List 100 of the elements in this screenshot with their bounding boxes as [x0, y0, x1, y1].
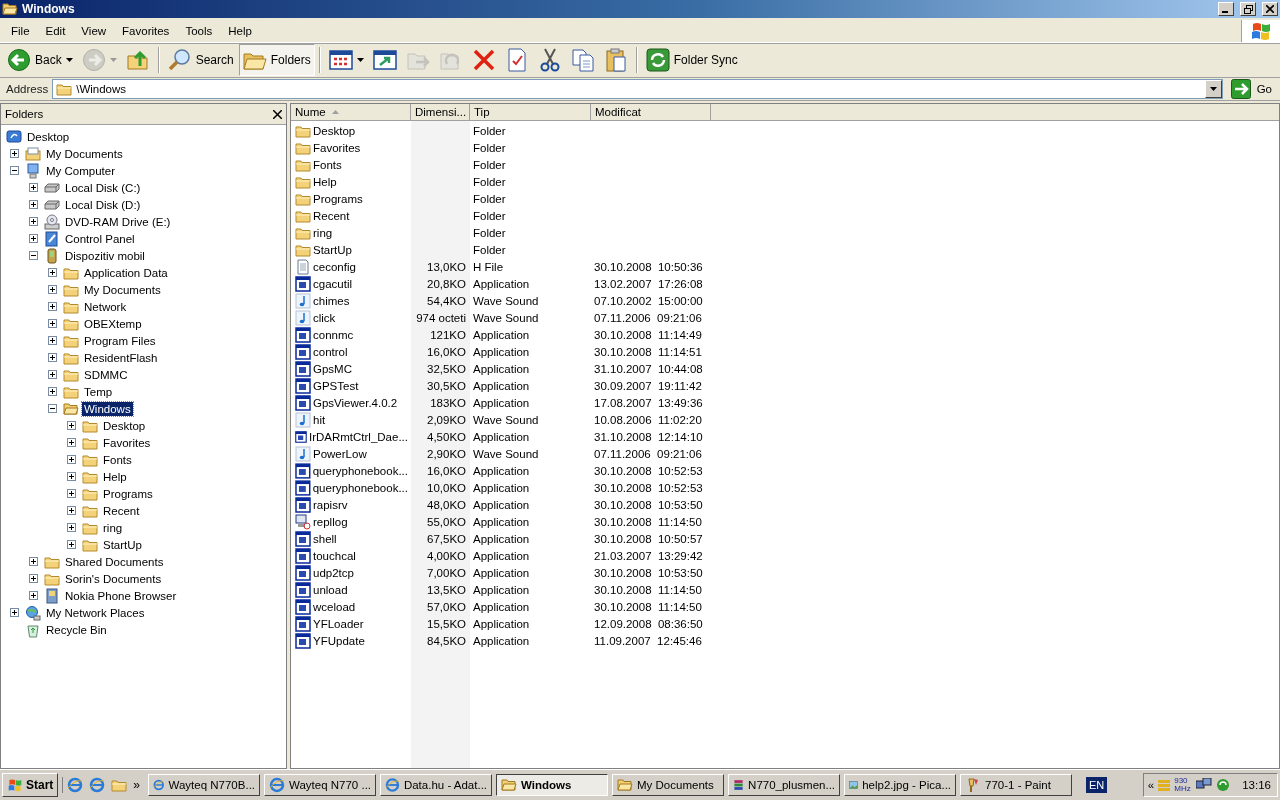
- restore-button[interactable]: [1240, 2, 1256, 16]
- folders-button[interactable]: Folders: [238, 44, 315, 76]
- file-name[interactable]: control: [313, 345, 348, 358]
- folder-sync-button[interactable]: Folder Sync: [641, 44, 742, 76]
- file-name[interactable]: GPSTest: [313, 379, 359, 392]
- expand-toggle[interactable]: [48, 370, 57, 379]
- tree-item[interactable]: SDMMC: [82, 367, 130, 382]
- expand-toggle[interactable]: [48, 387, 57, 396]
- expand-toggle[interactable]: [48, 336, 57, 345]
- file-name[interactable]: Help: [313, 175, 337, 188]
- tree-item[interactable]: DVD-RAM Drive (E:): [63, 214, 173, 229]
- tree-item[interactable]: Control Panel: [63, 231, 137, 246]
- column-header[interactable]: Modificat: [591, 104, 711, 121]
- file-name[interactable]: YFLoader: [313, 617, 364, 630]
- address-field[interactable]: \Windows: [52, 79, 1223, 99]
- expand-toggle[interactable]: [67, 472, 76, 481]
- tree-item[interactable]: Local Disk (C:): [63, 180, 143, 195]
- expand-toggle[interactable]: [67, 506, 76, 515]
- expand-toggle[interactable]: [67, 421, 76, 430]
- file-name[interactable]: queryphonebook...: [312, 481, 408, 494]
- expand-toggle[interactable]: [48, 404, 57, 413]
- taskbar-button[interactable]: help2.jpg - Pica...: [844, 774, 957, 796]
- file-name[interactable]: udp2tcp: [313, 566, 354, 579]
- file-name[interactable]: shell: [313, 532, 337, 545]
- expand-toggle[interactable]: [29, 574, 38, 583]
- menu-item[interactable]: Help: [220, 21, 260, 41]
- tree-item[interactable]: Desktop: [25, 129, 72, 144]
- tree-item[interactable]: Favorites: [101, 435, 153, 450]
- file-name[interactable]: Favorites: [313, 141, 361, 154]
- file-name[interactable]: cgacutil: [313, 277, 352, 290]
- menu-item[interactable]: Favorites: [114, 21, 178, 41]
- tree-item[interactable]: Fonts: [101, 452, 134, 467]
- file-name[interactable]: GpsViewer.4.0.2: [313, 396, 398, 409]
- tree-item[interactable]: Help: [101, 469, 129, 484]
- expand-toggle[interactable]: [67, 523, 76, 532]
- expand-toggle[interactable]: [48, 268, 57, 277]
- tree-item[interactable]: Temp: [82, 384, 115, 399]
- tree-item[interactable]: ResidentFlash: [82, 350, 160, 365]
- file-name[interactable]: touchcal: [313, 549, 356, 562]
- tree-item[interactable]: Program Files: [82, 333, 158, 348]
- tree-item[interactable]: Local Disk (D:): [63, 197, 143, 212]
- file-name[interactable]: chimes: [313, 294, 350, 307]
- more-chevron[interactable]: »: [133, 778, 141, 792]
- menu-item[interactable]: View: [73, 21, 115, 41]
- language-indicator[interactable]: EN: [1086, 777, 1108, 793]
- tree-item[interactable]: Network: [82, 299, 129, 314]
- file-name[interactable]: repllog: [313, 515, 348, 528]
- file-name[interactable]: Programs: [313, 192, 363, 205]
- go-button[interactable]: Go: [1226, 79, 1278, 99]
- tree-item[interactable]: ring: [101, 520, 125, 535]
- file-name[interactable]: wceload: [313, 600, 356, 613]
- back-button[interactable]: Back: [3, 44, 77, 76]
- expand-toggle[interactable]: [67, 540, 76, 549]
- taskbar-button[interactable]: Wayteq N770B...: [148, 774, 261, 796]
- file-name[interactable]: rapisrv: [313, 498, 348, 511]
- dropdown-button[interactable]: [1204, 80, 1222, 98]
- expand-toggle[interactable]: [67, 455, 76, 464]
- file-name[interactable]: StartUp: [313, 243, 352, 256]
- file-name[interactable]: YFUpdate: [313, 634, 365, 647]
- expand-toggle[interactable]: [10, 166, 19, 175]
- close-button[interactable]: [1262, 2, 1278, 16]
- expand-toggle[interactable]: [29, 557, 38, 566]
- expand-toggle[interactable]: [29, 251, 38, 260]
- tree-item[interactable]: Application Data: [82, 265, 170, 280]
- expand-toggle[interactable]: [10, 608, 19, 617]
- tree-item[interactable]: Recycle Bin: [44, 622, 109, 637]
- tree-item[interactable]: Shared Documents: [63, 554, 166, 569]
- tree-item[interactable]: My Documents: [82, 282, 163, 297]
- taskbar-button[interactable]: N770_plusmen...: [728, 774, 841, 796]
- menu-item[interactable]: Tools: [177, 21, 221, 41]
- tree-item[interactable]: Windows: [82, 401, 133, 416]
- taskbar-button[interactable]: 770-1 - Paint: [960, 774, 1073, 796]
- column-header[interactable]: Tip: [470, 104, 591, 121]
- expand-toggle[interactable]: [29, 591, 38, 600]
- expand-toggle[interactable]: [48, 353, 57, 362]
- column-header[interactable]: Dimensi...: [411, 104, 470, 121]
- taskbar-button[interactable]: Wayteq N770 ...: [264, 774, 377, 796]
- tree-item[interactable]: Sorin's Documents: [63, 571, 164, 586]
- file-name[interactable]: Desktop: [313, 124, 356, 137]
- file-name[interactable]: ceconfig: [313, 260, 356, 273]
- file-name[interactable]: unload: [313, 583, 348, 596]
- file-name[interactable]: hit: [313, 413, 326, 426]
- expand-toggle[interactable]: [29, 200, 38, 209]
- menu-item[interactable]: File: [3, 21, 38, 41]
- tree-item[interactable]: My Network Places: [44, 605, 147, 620]
- file-name[interactable]: IrDARmtCtrl_Dae...: [308, 430, 408, 443]
- tree-item[interactable]: Recent: [101, 503, 142, 518]
- tree-item[interactable]: Dispozitiv mobil: [63, 248, 147, 263]
- tree-item[interactable]: My Documents: [44, 146, 125, 161]
- file-name[interactable]: GpsMC: [313, 362, 352, 375]
- file-name[interactable]: click: [313, 311, 336, 324]
- expand-toggle[interactable]: [29, 217, 38, 226]
- expand-toggle[interactable]: [29, 234, 38, 243]
- column-header[interactable]: Nume: [291, 104, 411, 121]
- taskbar-button[interactable]: Data.hu - Adat...: [380, 774, 493, 796]
- file-name[interactable]: PowerLow: [313, 447, 367, 460]
- file-name[interactable]: queryphonebook...: [312, 464, 408, 477]
- file-name[interactable]: connmc: [313, 328, 354, 341]
- tree-item[interactable]: Nokia Phone Browser: [63, 588, 179, 603]
- tree-item[interactable]: My Computer: [44, 163, 118, 178]
